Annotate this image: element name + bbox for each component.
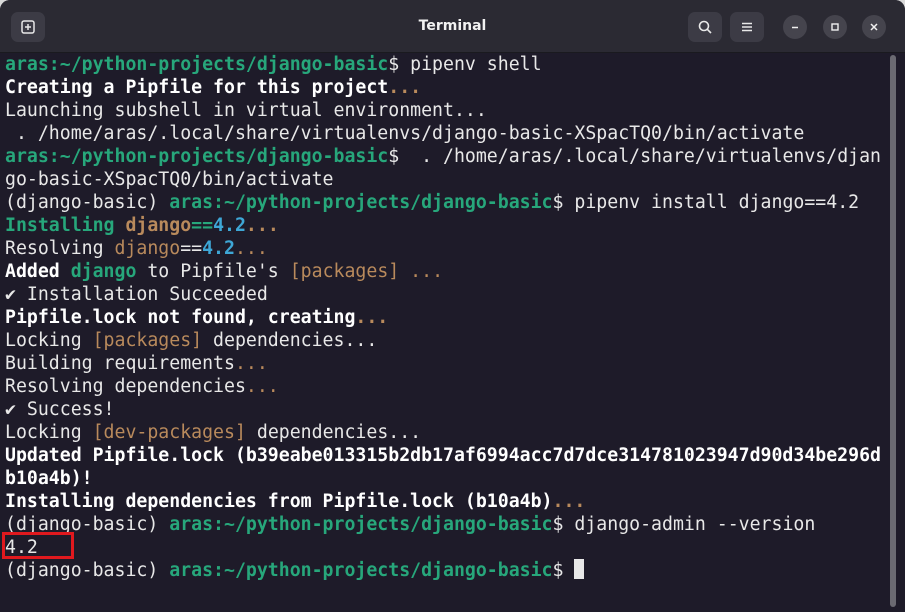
terminal-line: (django-basic) aras:~/python-projects/dj… bbox=[5, 559, 893, 582]
terminal-text: ... bbox=[399, 261, 444, 282]
version-highlight-box bbox=[2, 532, 74, 559]
search-button[interactable] bbox=[688, 12, 722, 42]
close-button[interactable] bbox=[862, 15, 886, 39]
terminal-line: ✔ Installation Succeeded bbox=[5, 283, 893, 306]
terminal-text: Launching subshell in virtual environmen… bbox=[5, 100, 487, 121]
terminal-line: b10a4b)! bbox=[5, 467, 893, 490]
title-bar[interactable]: Terminal bbox=[0, 0, 905, 53]
terminal-text: django bbox=[114, 238, 181, 259]
terminal-text: ... bbox=[388, 77, 422, 98]
terminal-text: Locking bbox=[5, 422, 93, 443]
terminal-line: Updated Pipfile.lock (b39eabe013315b2db1… bbox=[5, 444, 893, 467]
terminal-line: Resolving django==4.2... bbox=[5, 237, 893, 260]
close-icon bbox=[869, 22, 879, 32]
terminal-line: Resolving dependencies... bbox=[5, 375, 893, 398]
maximize-icon bbox=[830, 22, 840, 32]
terminal-line: Locking [dev-packages] dependencies... bbox=[5, 421, 893, 444]
window-title: Terminal bbox=[418, 18, 487, 34]
terminal-text: dependencies... bbox=[202, 330, 378, 351]
terminal-text: 4.2 bbox=[213, 215, 246, 236]
terminal-text: $ pipenv install django==4.2 bbox=[552, 192, 860, 213]
terminal-line: Installing django==4.2... bbox=[5, 214, 893, 237]
terminal-text: to Pipfile's bbox=[136, 261, 290, 282]
minimize-icon bbox=[790, 22, 800, 32]
terminal-text: [packages] bbox=[289, 261, 400, 282]
menu-button[interactable] bbox=[730, 12, 764, 42]
terminal-line: Installing dependencies from Pipfile.loc… bbox=[5, 490, 893, 513]
hamburger-menu-icon bbox=[740, 20, 754, 34]
terminal-line: Building requirements... bbox=[5, 352, 893, 375]
search-icon bbox=[697, 19, 713, 35]
terminal-text: ... bbox=[234, 353, 268, 374]
terminal-text: ... bbox=[234, 238, 268, 259]
terminal-text: dependencies... bbox=[245, 422, 422, 443]
terminal-line: Creating a Pipfile for this project... bbox=[5, 76, 893, 99]
terminal-text: ✔ Installation Succeeded bbox=[5, 284, 268, 305]
terminal-text: aras:~/python-projects/django-basic bbox=[5, 146, 389, 167]
terminal-line: Pipfile.lock not found, creating... bbox=[5, 306, 893, 329]
terminal-line: Locking [packages] dependencies... bbox=[5, 329, 893, 352]
vertical-scrollbar[interactable] bbox=[890, 55, 896, 607]
terminal-text: aras:~/python-projects/django-basic bbox=[5, 54, 389, 75]
terminal-text: ... bbox=[355, 307, 389, 328]
terminal-line: 4.2 bbox=[5, 536, 893, 559]
new-tab-button[interactable] bbox=[11, 12, 45, 42]
terminal-text: Installing bbox=[5, 215, 126, 236]
terminal-text: [packages] bbox=[92, 330, 203, 351]
terminal-text: Installing dependencies from Pipfile.loc… bbox=[5, 491, 553, 512]
terminal-text: Locking bbox=[5, 330, 93, 351]
terminal-text: . /home/aras/.local/share/virtualenvs/dj… bbox=[5, 123, 805, 144]
terminal-line: aras:~/python-projects/django-basic$ . /… bbox=[5, 145, 893, 168]
terminal-line: ✔ Success! bbox=[5, 398, 893, 421]
text-cursor bbox=[574, 559, 585, 579]
terminal-line: Launching subshell in virtual environmen… bbox=[5, 99, 893, 122]
terminal-text: ... bbox=[245, 215, 279, 236]
terminal-text: $ . /home/aras/.local/share/virtualenvs/… bbox=[388, 146, 881, 167]
terminal-text: [dev-packages] bbox=[92, 422, 246, 443]
terminal-text: 4.2 bbox=[202, 238, 235, 259]
terminal-line: go-basic-XSpacTQ0/bin/activate bbox=[5, 168, 893, 191]
terminal-text: go-basic-XSpacTQ0/bin/activate bbox=[5, 169, 334, 190]
terminal-text: $ bbox=[552, 560, 575, 581]
terminal-line: aras:~/python-projects/django-basic$ pip… bbox=[5, 53, 893, 76]
terminal-text: aras:~/python-projects/django-basic bbox=[169, 192, 553, 213]
terminal-window: Terminal aras:~/python-projects/django-b… bbox=[0, 0, 905, 612]
terminal-text: Pipfile.lock not found, creating bbox=[5, 307, 356, 328]
terminal-line: Added django to Pipfile's [packages] ... bbox=[5, 260, 893, 283]
terminal-text: Added bbox=[5, 261, 71, 282]
terminal-text: $ pipenv shell bbox=[388, 54, 542, 75]
terminal-line: (django-basic) aras:~/python-projects/dj… bbox=[5, 191, 893, 214]
terminal-text: ... bbox=[245, 376, 279, 397]
minimize-button[interactable] bbox=[783, 15, 807, 39]
terminal-text: django bbox=[125, 215, 192, 236]
terminal-text: Resolving dependencies bbox=[5, 376, 246, 397]
terminal-text: ✔ Success! bbox=[5, 399, 115, 420]
maximize-button[interactable] bbox=[823, 15, 847, 39]
terminal-text: $ django-admin --version bbox=[552, 514, 816, 535]
terminal-text: Updated Pipfile.lock (b39eabe013315b2db1… bbox=[5, 445, 881, 466]
terminal-text: == bbox=[180, 238, 203, 259]
terminal-text: b10a4b)! bbox=[5, 468, 93, 489]
terminal-text: (django-basic) bbox=[5, 560, 170, 581]
terminal-text: (django-basic) bbox=[5, 192, 170, 213]
new-tab-icon bbox=[20, 19, 36, 35]
terminal-text: django bbox=[70, 261, 137, 282]
terminal-text: aras:~/python-projects/django-basic bbox=[169, 560, 553, 581]
terminal-text: aras:~/python-projects/django-basic bbox=[169, 514, 553, 535]
terminal-text: ... bbox=[552, 491, 586, 512]
terminal-text: Building requirements bbox=[5, 353, 235, 374]
terminal-text: == bbox=[191, 215, 214, 236]
terminal-text: Resolving bbox=[5, 238, 115, 259]
terminal-output[interactable]: aras:~/python-projects/django-basic$ pip… bbox=[0, 53, 893, 612]
terminal-line: (django-basic) aras:~/python-projects/dj… bbox=[5, 513, 893, 536]
terminal-line: . /home/aras/.local/share/virtualenvs/dj… bbox=[5, 122, 893, 145]
terminal-text: Creating a Pipfile for this project bbox=[5, 77, 389, 98]
